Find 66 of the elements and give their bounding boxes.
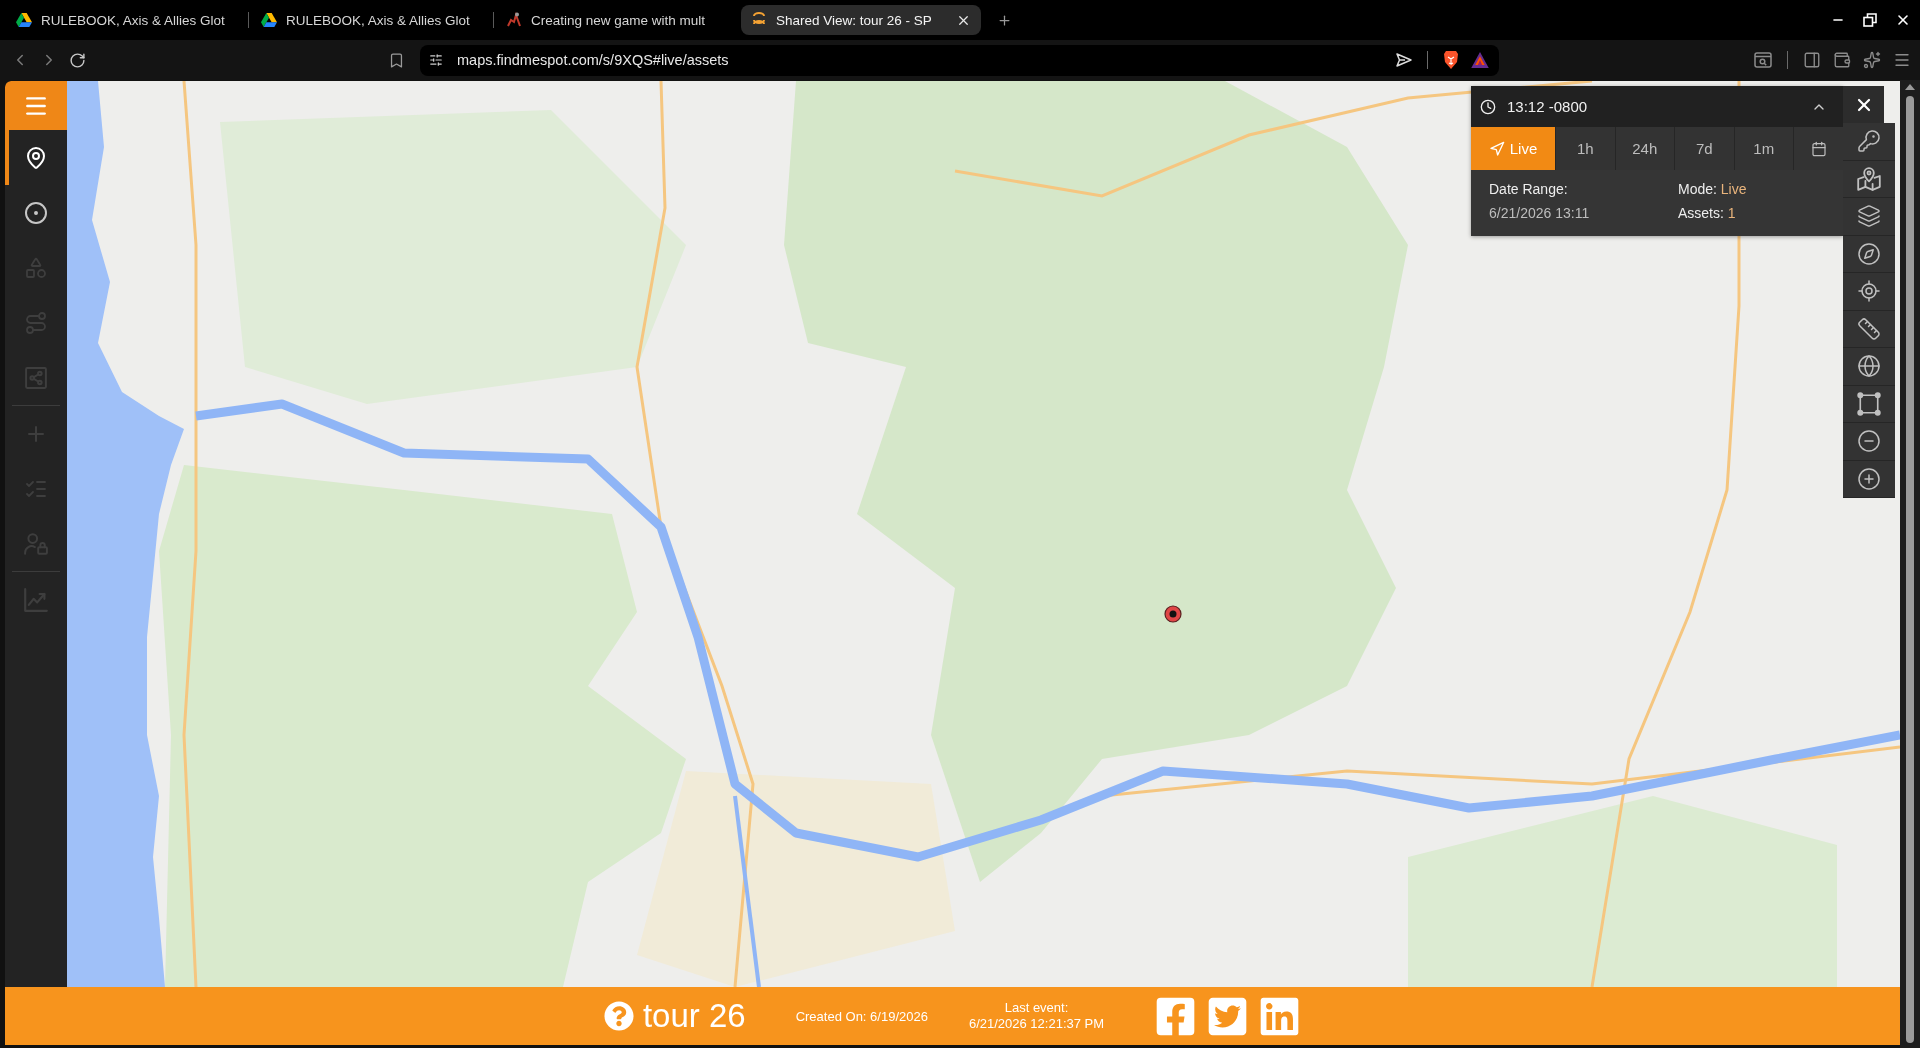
wallet-icon[interactable] (1833, 51, 1851, 69)
compass-icon (1857, 241, 1881, 266)
address-field[interactable]: maps.findmespot.com/s/9XQS#live/assets (420, 44, 1499, 76)
zoom-in-icon (1857, 466, 1881, 491)
chart-icon (24, 587, 48, 612)
created-date-text: Created On: 6/19/2026 (795, 1008, 928, 1024)
triangle-favicon-icon (261, 13, 277, 27)
tool-button[interactable] (1843, 423, 1895, 461)
user-lock-icon (24, 531, 48, 556)
tool-button[interactable] (1843, 198, 1895, 236)
tool-button[interactable] (1843, 123, 1895, 161)
plus-icon[interactable] (997, 12, 1012, 28)
globe-icon (1857, 354, 1881, 379)
close-button[interactable] (1843, 86, 1884, 123)
last-event-label: Last event: (1004, 1000, 1069, 1016)
panel-icon[interactable] (1803, 51, 1821, 69)
tool-button[interactable] (1843, 348, 1895, 386)
share-icon (25, 366, 47, 389)
reload-icon[interactable] (69, 51, 86, 69)
sparkle-icon[interactable] (1863, 51, 1881, 69)
location-marker-icon[interactable] (1164, 605, 1182, 623)
map-pin-icon (24, 145, 48, 170)
date-range-label: Date Range: (1489, 181, 1569, 198)
calendar-icon (1810, 140, 1827, 157)
zigzag-favicon-icon (506, 12, 522, 28)
scrollbar-thumb[interactable] (1906, 96, 1914, 1043)
date-range-value: 6/21/2026 13:11 (1489, 205, 1591, 222)
send-icon[interactable] (1396, 53, 1412, 67)
scrollbar[interactable] (1900, 80, 1920, 1048)
triangle-icon[interactable] (1471, 52, 1489, 68)
tool-button[interactable] (1843, 310, 1895, 348)
browser-tab[interactable]: Creating new game with mult (496, 5, 736, 35)
menu-icon[interactable] (1893, 51, 1911, 69)
browser-tab[interactable]: RULEBOOK, Axis & Allies Glot (6, 5, 246, 35)
key-icon (1857, 129, 1881, 154)
clock-icon (1480, 98, 1496, 115)
browser-tab[interactable]: Shared View: tour 26 - SP (741, 5, 981, 35)
zoom-out-icon (1857, 429, 1881, 454)
restore-icon[interactable] (1863, 13, 1877, 27)
route-icon (24, 310, 48, 335)
crosshair-icon (1857, 279, 1881, 304)
map-with-pin-icon (1856, 166, 1882, 191)
triangle-favicon-icon (16, 13, 32, 27)
scroll-up-icon[interactable] (1905, 84, 1915, 90)
navigation-icon (1488, 140, 1505, 157)
ruler-icon (1857, 316, 1881, 341)
tool-button[interactable] (1843, 273, 1895, 311)
site-settings-icon[interactable] (429, 53, 443, 67)
square-select-icon (1857, 391, 1881, 416)
time-text: 13:12 -0800 (1507, 98, 1589, 115)
layers-icon (1857, 204, 1881, 229)
tool-button[interactable] (1843, 460, 1895, 498)
assets-text: Assets: 1 (1678, 205, 1737, 222)
close-icon[interactable] (1895, 12, 1911, 28)
last-event-time: 6/21/2026 12:21:37 PM (968, 1016, 1105, 1032)
shield-icon[interactable] (1443, 51, 1459, 69)
screen-search-icon[interactable] (1754, 52, 1772, 68)
target-icon (24, 200, 48, 225)
browser-tab[interactable]: RULEBOOK, Axis & Allies Glot (251, 5, 491, 35)
shapes-icon (24, 255, 48, 280)
mode-text: Mode: Live (1678, 181, 1748, 198)
tool-button[interactable] (1843, 160, 1895, 198)
tour-title: tour 26 (642, 997, 746, 1035)
tool-button[interactable] (1843, 235, 1895, 273)
tool-button[interactable] (1843, 385, 1895, 423)
bookmark-icon[interactable] (388, 51, 405, 69)
